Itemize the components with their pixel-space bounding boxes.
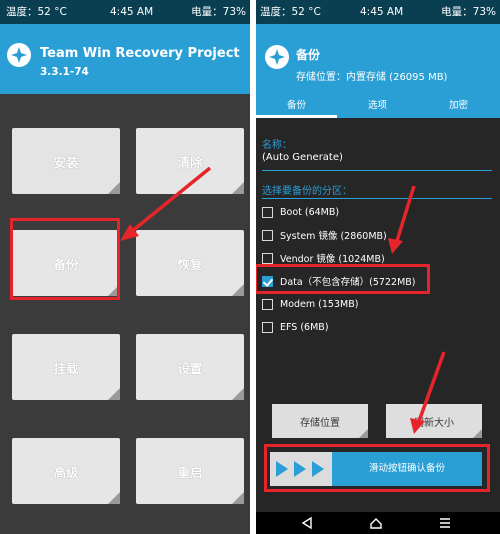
twrp-backup-screen: 温度：52 °C 4:45 AM 电量：73% 备份 存储位置：内置存储 (26… — [256, 0, 500, 534]
red-arrow — [120, 166, 212, 241]
red-arrows — [388, 185, 446, 434]
twrp-main-screen: 温度：52 °C 4:45 AM 电量：73% Team Win Recover… — [0, 0, 250, 534]
